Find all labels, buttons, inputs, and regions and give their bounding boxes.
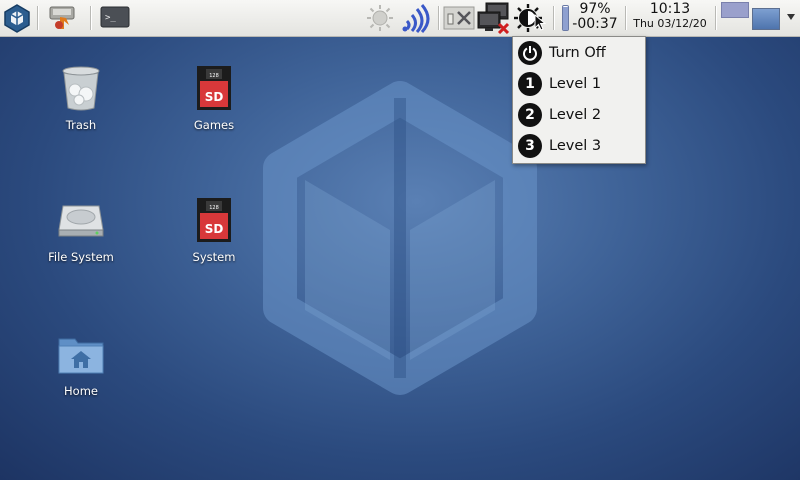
panel-separator <box>90 6 92 30</box>
sd-capacity-text: 128 <box>209 73 219 79</box>
clock-date[interactable]: Thu 03/12/20 <box>632 17 708 30</box>
panel-separator <box>553 6 555 30</box>
brightness-icon[interactable] <box>364 2 396 34</box>
battery-level-fill <box>563 6 568 30</box>
clock-time[interactable]: 10:13 <box>632 2 708 17</box>
menu-item-label: Level 2 <box>549 107 602 123</box>
sd-brand-text: SD <box>205 90 224 104</box>
desktop-icon-trash[interactable]: Trash <box>31 64 131 132</box>
software-manager-icon[interactable] <box>46 2 78 34</box>
power-icon <box>518 41 542 65</box>
menu-item-turn-off[interactable]: Turn Off <box>513 38 645 68</box>
panel-separator <box>625 6 627 30</box>
menu-item-level-1[interactable]: 1 Level 1 <box>513 69 645 99</box>
number-2-icon: 2 <box>518 103 542 127</box>
desktop-icon-system[interactable]: 128 SD System <box>164 196 264 264</box>
contrast-level-menu: Turn Off 1 Level 1 2 Level 2 3 Level 3 <box>512 36 646 164</box>
panel-separator <box>37 6 39 30</box>
number-1-icon: 1 <box>518 72 542 96</box>
app-menu-logo-icon[interactable] <box>0 2 34 34</box>
network-disconnected-icon[interactable] <box>477 2 511 34</box>
desktop-icon-label: Games <box>193 118 235 132</box>
menu-item-label: Level 3 <box>549 138 602 154</box>
sd-card-icon: 128 SD <box>190 196 238 244</box>
menu-item-label: Turn Off <box>549 45 606 61</box>
mouse-cursor <box>534 14 546 31</box>
desktop-icon-label: System <box>192 250 236 264</box>
terminal-icon[interactable]: >_ <box>99 2 131 34</box>
desktop-icon-label: Home <box>64 384 98 398</box>
top-panel: >_ 97% -00:37 10:13 Thu 03/12/20 <box>0 0 800 37</box>
number-3-icon: 3 <box>518 134 542 158</box>
sd-brand-text: SD <box>205 222 224 236</box>
desktop-icon-home[interactable]: Home <box>31 330 131 398</box>
desktop-icon-file-system[interactable]: File System <box>31 196 131 264</box>
battery-time-remaining: -00:37 <box>572 16 618 32</box>
workspace-2[interactable] <box>752 8 780 30</box>
panel-separator <box>715 6 717 30</box>
sd-card-icon: 128 SD <box>190 64 238 112</box>
cpu-frequency-icon[interactable] <box>443 2 475 34</box>
desktop-icon-games[interactable]: 128 SD Games <box>164 64 264 132</box>
svg-text:>_: >_ <box>105 13 116 23</box>
menu-item-level-3[interactable]: 3 Level 3 <box>513 131 645 161</box>
desktop-icon-label: File System <box>48 250 114 264</box>
home-folder-icon <box>57 330 105 378</box>
battery-level-bar[interactable] <box>562 5 569 31</box>
menu-item-level-2[interactable]: 2 Level 2 <box>513 100 645 130</box>
sd-capacity-text: 128 <box>209 205 219 211</box>
workspace-1[interactable] <box>721 2 749 18</box>
wifi-icon[interactable] <box>400 2 434 34</box>
panel-separator <box>438 6 440 30</box>
show-desktop-dropdown[interactable] <box>786 13 796 21</box>
battery-percent: 97% <box>579 1 611 17</box>
hard-drive-icon <box>57 196 105 244</box>
trash-icon <box>57 64 105 112</box>
menu-item-label: Level 1 <box>549 76 602 92</box>
desktop-icon-label: Trash <box>65 118 97 132</box>
